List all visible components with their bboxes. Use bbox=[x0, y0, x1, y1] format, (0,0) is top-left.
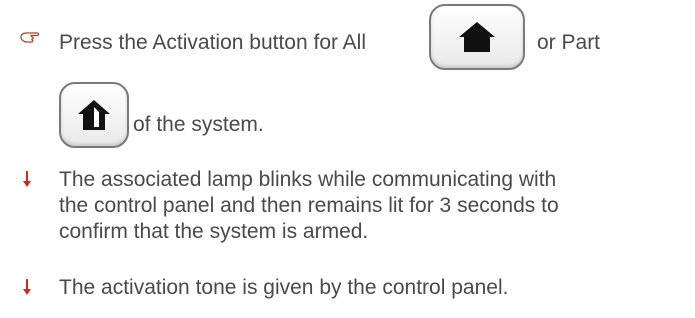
house-part-icon bbox=[78, 100, 110, 130]
activation-part-button[interactable] bbox=[59, 82, 129, 148]
red-down-arrow-icon bbox=[22, 278, 32, 301]
activation-all-button[interactable] bbox=[429, 4, 525, 70]
tone-line: The activation tone is given by the cont… bbox=[59, 276, 509, 299]
house-full-icon bbox=[459, 22, 495, 52]
instruction-line-1c: of the system. bbox=[133, 113, 264, 136]
lamp-line-1: The associated lamp blinks while communi… bbox=[59, 168, 557, 191]
lamp-line-3: confirm that the system is armed. bbox=[59, 220, 369, 243]
pointing-hand-icon bbox=[20, 30, 40, 49]
instruction-line-1b: or Part bbox=[537, 31, 601, 54]
instruction-line-1a: Press the Activation button for All bbox=[59, 31, 367, 54]
lamp-line-2: the control panel and then remains lit f… bbox=[59, 194, 559, 217]
red-down-arrow-icon bbox=[22, 170, 32, 193]
